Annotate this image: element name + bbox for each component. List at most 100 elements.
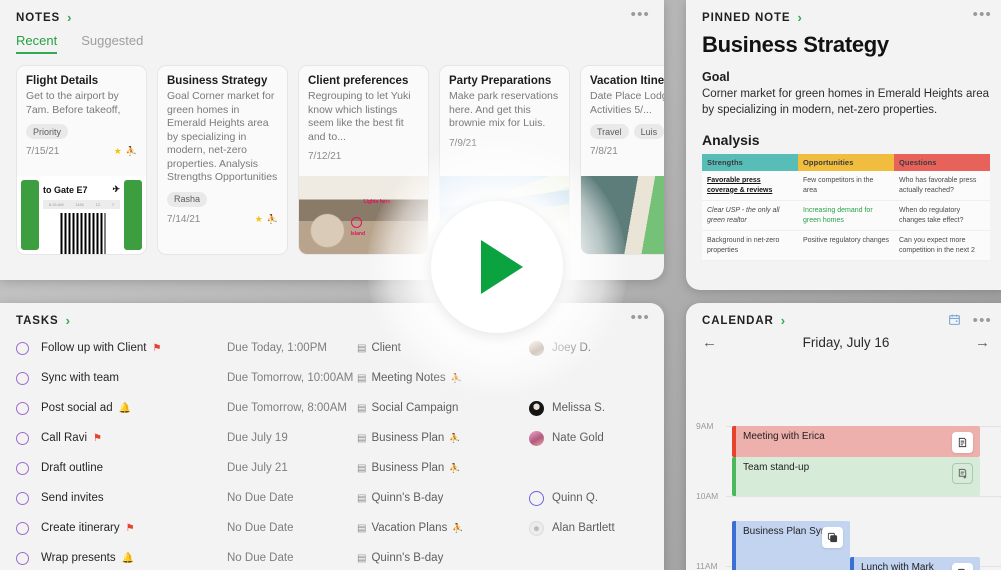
pinned-note-panel: PINNED NOTE › ••• Business Strategy Goal… — [686, 0, 1001, 290]
note-tag[interactable]: Priority — [26, 124, 69, 139]
task-project: Meeting Notes — [371, 372, 446, 384]
add-event-calendar-icon[interactable] — [948, 313, 961, 329]
cell-text: Who has favorable press actually reached… — [894, 171, 990, 201]
event-add-note-icon[interactable] — [952, 463, 973, 484]
cell-text: Can you expect more competition in the n… — [894, 230, 990, 261]
calendar-more-options-button[interactable]: ••• — [973, 313, 992, 328]
task-project: Business Plan — [371, 462, 445, 474]
task-checkbox[interactable] — [16, 371, 29, 385]
airplane-icon: ✈ — [112, 184, 120, 194]
pinned-section-title: PINNED NOTE — [702, 11, 791, 24]
task-project: Social Campaign — [371, 402, 459, 414]
event-title: Team stand-up — [743, 462, 810, 473]
flag-icon: ⚑ — [152, 342, 162, 354]
task-row[interactable]: Call Ravi ⚑ Due July 19 ▤ Business Plan ⛹ Nate… — [0, 423, 664, 453]
table-row: Favorable press coverage & reviews Few c… — [702, 171, 990, 201]
note-tag[interactable]: Travel — [590, 124, 629, 139]
calendar-event[interactable]: Team stand-up — [732, 457, 980, 496]
table-row: Clear USP - the only all green realtor I… — [702, 200, 990, 231]
task-row[interactable]: Send invites No Due Date ▤ Quinn's B-day Qui… — [0, 483, 664, 513]
notes-header: NOTES › ••• — [0, 0, 664, 24]
pinned-more-options-button[interactable]: ••• — [973, 7, 992, 22]
task-assignee: Alan Bartlett — [552, 522, 615, 534]
notes-tabs: Recent Suggested — [0, 24, 664, 54]
tasks-panel: TASKS › ••• Follow up with Client ⚑ Due To… — [0, 303, 664, 570]
task-row[interactable]: Sync with team Due Tomorrow, 10:00AM ▤ Meet… — [0, 363, 664, 393]
note-card[interactable]: Vacation Itinerary Date Place Lodging Ac… — [580, 65, 664, 255]
shared-people-icon: ⛹ — [450, 372, 462, 383]
column-header-strengths: Strengths — [702, 154, 798, 171]
calendar-current-date: Friday, July 16 — [802, 335, 890, 350]
note-date: 7/14/21 — [167, 213, 201, 225]
chevron-right-icon[interactable]: › — [781, 314, 785, 327]
task-row[interactable]: Draft outline Due July 21 ▤ Business Plan ⛹ — [0, 453, 664, 483]
task-checkbox[interactable] — [16, 401, 29, 415]
cell-text: Background in net-zero properties — [702, 230, 798, 261]
calendar-panel: CALENDAR › ••• ← Friday, July 16 → 9AM 1… — [686, 303, 1001, 570]
task-due-date: No Due Date — [227, 552, 294, 564]
shared-people-icon: ⛹ — [266, 213, 278, 224]
event-duplicate-icon[interactable] — [822, 527, 843, 548]
note-image-kitchen: Lights here Island — [299, 176, 428, 254]
task-list: Follow up with Client ⚑ Due Today, 1:00PM ▤… — [0, 327, 664, 570]
task-row[interactable]: Post social ad 🔔 Due Tomorrow, 8:00AM ▤ Soci… — [0, 393, 664, 423]
goal-heading: Goal — [702, 70, 730, 84]
note-preview-text: Goal Corner market for green homes in Em… — [167, 90, 278, 183]
bell-icon: 🔔 — [121, 552, 135, 564]
tab-recent[interactable]: Recent — [16, 33, 58, 54]
task-checkbox[interactable] — [16, 491, 29, 505]
document-icon: ▤ — [357, 492, 367, 504]
tasks-more-options-button[interactable]: ••• — [631, 310, 650, 325]
task-project: Quinn's B-day — [371, 552, 444, 564]
note-tag[interactable]: Rasha — [167, 191, 208, 207]
event-note-icon[interactable] — [952, 432, 973, 453]
task-name: Sync with team — [41, 372, 119, 384]
next-day-arrow-icon[interactable]: → — [975, 334, 990, 351]
note-date: 7/15/21 — [26, 146, 60, 157]
task-name: Create itinerary — [41, 522, 120, 534]
task-checkbox[interactable] — [16, 431, 29, 445]
note-card[interactable]: Client preferences Regrouping to let Yuk… — [298, 65, 429, 255]
task-name: Send invites — [41, 492, 104, 504]
note-card[interactable]: Flight Details Get to the airport by 7am… — [16, 65, 147, 255]
chevron-right-icon[interactable]: › — [66, 314, 70, 327]
task-checkbox[interactable] — [16, 551, 29, 565]
task-row[interactable]: Wrap presents 🔔 No Due Date ▤ Quinn's B-day — [0, 543, 664, 570]
chevron-right-icon[interactable]: › — [67, 11, 71, 24]
qr-code-icon — [58, 213, 105, 254]
analysis-table: Strengths Opportunities Questions Favora… — [702, 154, 990, 261]
task-row[interactable]: Follow up with Client ⚑ Due Today, 1:00PM ▤… — [0, 333, 664, 363]
chevron-right-icon[interactable]: › — [798, 11, 802, 24]
task-due-date: No Due Date — [227, 492, 294, 504]
calendar-header: CALENDAR › ••• — [686, 303, 1001, 329]
play-video-button[interactable] — [431, 201, 563, 333]
goal-text: Corner market for green homes in Emerald… — [702, 88, 989, 116]
task-name: Post social ad — [41, 402, 113, 414]
task-project: Client — [371, 342, 401, 354]
tab-suggested[interactable]: Suggested — [81, 33, 143, 54]
task-checkbox[interactable] — [16, 341, 29, 355]
task-checkbox[interactable] — [16, 461, 29, 475]
notes-more-options-button[interactable]: ••• — [631, 7, 650, 22]
task-checkbox[interactable] — [16, 521, 29, 535]
calendar-event[interactable]: Business Plan Sync — [732, 521, 850, 570]
note-image-coast — [581, 176, 664, 254]
note-tag[interactable]: Luis — [633, 124, 664, 139]
task-row[interactable]: Create itinerary ⚑ No Due Date ▤ Vacation Pl… — [0, 513, 664, 543]
event-title: Meeting with Erica — [743, 431, 825, 442]
cell-text: When do regulatory changes take effect? — [894, 200, 990, 231]
note-date: 7/12/21 — [308, 151, 342, 162]
previous-day-arrow-icon[interactable]: ← — [702, 334, 717, 351]
shared-people-icon: ⛹ — [452, 522, 464, 533]
calendar-event[interactable]: Meeting with Erica — [732, 426, 980, 457]
task-assignee: Quinn Q. — [552, 492, 599, 504]
boarding-pass-gate: to Gate E7 — [43, 184, 88, 195]
hour-label: 11AM — [696, 561, 718, 570]
calendar-event[interactable]: Lunch with Mark — [850, 557, 980, 570]
event-duplicate-icon[interactable] — [952, 563, 973, 570]
task-due-date: Due Tomorrow, 8:00AM — [227, 402, 347, 414]
note-card[interactable]: Business Strategy Goal Corner market for… — [157, 65, 288, 255]
document-icon: ▤ — [357, 522, 367, 534]
document-icon: ▤ — [357, 552, 367, 564]
calendar-day-grid: 9AM 10AM 11AM 12PM Meeting with Erica Te… — [686, 359, 1001, 570]
